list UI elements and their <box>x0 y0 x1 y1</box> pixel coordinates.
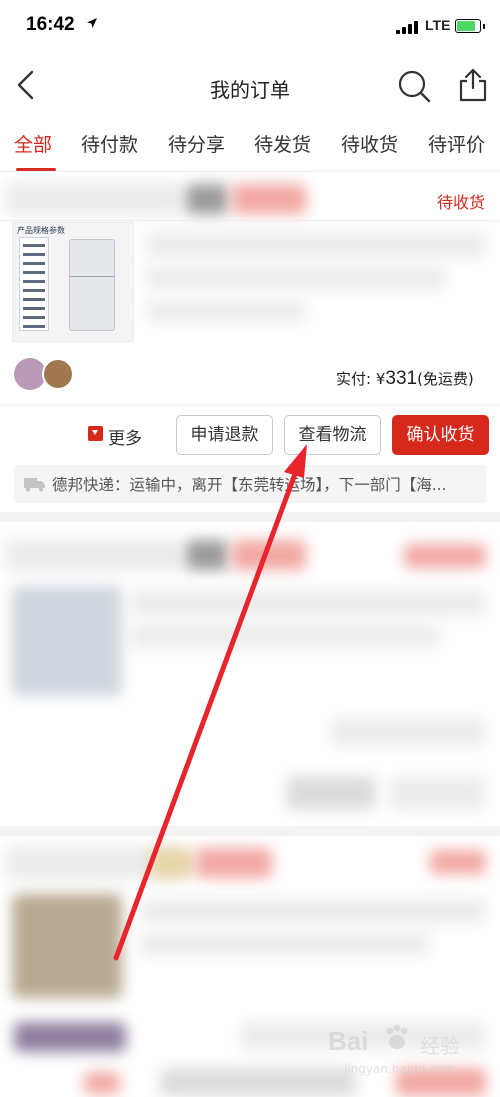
watermark-url: jingyan.baidu.com <box>344 1062 455 1076</box>
search-icon[interactable] <box>396 68 432 104</box>
truck-icon <box>24 478 45 492</box>
product-image-caption: 产品规格参数 <box>17 226 65 235</box>
status-bar: 16:42 LTE <box>0 0 500 54</box>
signal-icon <box>396 20 420 34</box>
fridge-illustration <box>69 239 115 331</box>
product-title-blurred <box>146 266 446 290</box>
paw-logo-icon <box>386 1024 408 1049</box>
watermark-brand: Bai <box>328 1026 369 1056</box>
paid-label: 实付: ¥ <box>336 370 386 388</box>
confirm-receipt-button[interactable]: 确认收货 <box>392 415 489 455</box>
order-status-blurred <box>404 544 486 568</box>
tab-all[interactable]: 全部 <box>14 130 52 157</box>
shipping-note: (免运费) <box>417 370 474 388</box>
store-tag-blurred <box>196 848 272 878</box>
order-status-blurred <box>430 850 486 874</box>
button-blurred <box>160 1068 356 1096</box>
order-tabs: 全部 待付款 待分享 待发货 待收货 待评价 <box>0 118 500 172</box>
paid-amount-blurred <box>330 718 486 746</box>
section-gap <box>0 512 500 522</box>
paid-amount: 实付: ¥331(免运费) <box>336 368 474 390</box>
more-label: 更多 <box>108 429 142 449</box>
product-title-blurred <box>130 624 440 648</box>
product-title-blurred <box>140 932 430 956</box>
store-badge-blurred <box>150 848 194 878</box>
product-image-blurred <box>12 586 122 696</box>
store-tag-blurred <box>232 540 306 570</box>
spec-panel <box>19 237 49 331</box>
order-status: 待收货 <box>437 193 486 212</box>
tab-pending-shipment[interactable]: 待发货 <box>254 130 311 157</box>
dropdown-icon <box>88 426 103 441</box>
battery-icon <box>455 19 485 33</box>
tab-pending-share[interactable]: 待分享 <box>168 130 225 157</box>
tab-pending-receipt[interactable]: 待收货 <box>341 130 398 157</box>
product-title-blurred <box>140 898 486 924</box>
share-icon[interactable] <box>456 66 490 104</box>
tab-pending-review[interactable]: 待评价 <box>428 130 485 157</box>
logistics-bar[interactable]: 德邦快递：运输中，离开【东莞转运场】，下一部门【海... <box>14 465 486 503</box>
button-blurred <box>286 776 376 810</box>
section-gap <box>0 826 500 836</box>
product-image-blurred <box>12 894 122 998</box>
nav-bar: 我的订单 <box>0 54 500 116</box>
watermark: Bai 经验 jingyan.baidu.com <box>328 1016 488 1082</box>
product-title-blurred <box>146 232 486 258</box>
carrier-label: LTE <box>425 17 451 33</box>
store-tag-blurred <box>232 184 306 214</box>
location-arrow-icon <box>87 18 97 28</box>
product-image[interactable]: 产品规格参数 <box>12 222 134 342</box>
button-blurred <box>84 1072 120 1094</box>
store-name-blurred <box>6 182 182 216</box>
avatars-blurred <box>14 1022 126 1052</box>
active-tab-indicator <box>16 168 56 171</box>
product-title-blurred <box>130 590 486 616</box>
amount-value: 331 <box>385 368 418 389</box>
divider <box>0 404 500 405</box>
logistics-text: 德邦快递：运输中，离开【东莞转运场】，下一部门【海... <box>52 476 447 494</box>
divider <box>0 220 500 221</box>
button-blurred <box>390 776 486 810</box>
store-badge-blurred <box>186 540 228 570</box>
status-time: 16:42 <box>26 14 75 35</box>
tab-pending-payment[interactable]: 待付款 <box>81 130 138 157</box>
store-badge-blurred <box>186 184 228 214</box>
view-logistics-button[interactable]: 查看物流 <box>284 415 381 455</box>
watermark-suffix: 经验 <box>420 1034 460 1058</box>
store-name-blurred <box>6 538 182 572</box>
product-spec-blurred <box>146 300 306 322</box>
refund-button[interactable]: 申请退款 <box>176 415 273 455</box>
avatar <box>42 358 74 390</box>
